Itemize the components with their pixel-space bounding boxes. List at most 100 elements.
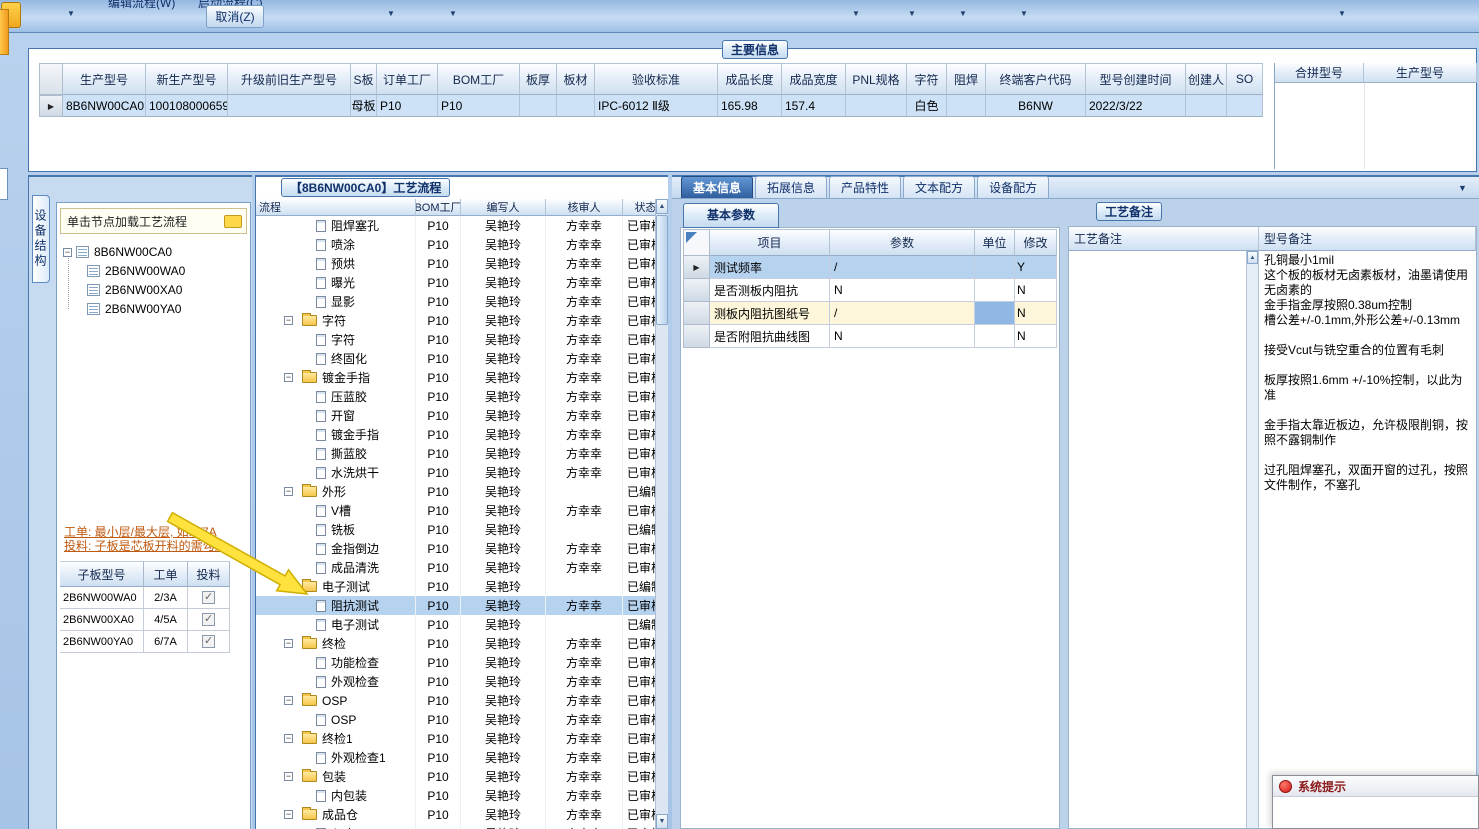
tree-child-node[interactable]: 2B6NW00WA0 <box>87 263 185 279</box>
collapse-icon[interactable]: − <box>284 487 293 496</box>
flow-row[interactable]: 内包装 P10 吴艳玲 方幸幸 已审核 <box>256 786 663 805</box>
toolbar-button-edit-flow[interactable]: 编辑流程(W) <box>108 0 175 13</box>
collapse-icon[interactable]: − <box>284 696 293 705</box>
column-header[interactable]: 参数 <box>830 229 975 256</box>
docked-panel-tab[interactable] <box>0 9 9 55</box>
collapsed-panel-tab[interactable] <box>0 168 8 200</box>
column-header[interactable]: 生产型号 <box>1364 63 1477 83</box>
flow-row[interactable]: − 终检1 P10 吴艳玲 方幸幸 已审核 <box>256 729 663 748</box>
flow-row[interactable]: − 包装 P10 吴艳玲 方幸幸 已审核 <box>256 767 663 786</box>
checkbox-checked[interactable] <box>202 612 215 626</box>
param-unit-cell[interactable] <box>975 256 1015 279</box>
column-header[interactable]: 升级前旧生产型号 <box>228 63 351 95</box>
column-header[interactable]: 型号创建时间 <box>1086 63 1186 95</box>
param-unit-cell[interactable] <box>975 325 1015 348</box>
flow-row[interactable]: − 电子测试 P10 吴艳玲 已编制 <box>256 577 663 596</box>
column-header[interactable]: 成品长度 <box>718 63 782 95</box>
checkbox-checked[interactable] <box>202 634 215 648</box>
param-value-cell[interactable]: / <box>830 256 975 279</box>
flow-row[interactable]: 阻焊塞孔 P10 吴艳玲 方幸幸 已审核 <box>256 216 663 235</box>
flow-row[interactable]: 字符 P10 吴艳玲 方幸幸 已审核 <box>256 330 663 349</box>
column-header[interactable]: BOM工厂 <box>438 63 520 95</box>
flow-row[interactable]: − OSP P10 吴艳玲 方幸幸 已审核 <box>256 691 663 710</box>
tree-child-node[interactable]: 2B6NW00YA0 <box>87 301 181 317</box>
model-notes-body[interactable]: 孔铜最小1mil 这个板的板材无卤素板材，油墨请使用无卤素的 金手指金厚按照0.38… <box>1260 251 1476 828</box>
param-row[interactable]: 是否测板内阻抗 N N <box>683 279 1057 302</box>
param-unit-cell[interactable] <box>975 279 1015 302</box>
detail-tab[interactable]: 设备配方 <box>977 176 1050 198</box>
column-header[interactable]: 修改 <box>1015 229 1057 256</box>
flow-row[interactable]: − 镀金手指 P10 吴艳玲 方幸幸 已审核 <box>256 368 663 387</box>
flow-row[interactable]: 终固化 P10 吴艳玲 方幸幸 已审核 <box>256 349 663 368</box>
param-row[interactable]: ▶ 测试频率 / Y <box>683 256 1057 279</box>
column-header[interactable]: 创建人 <box>1186 63 1227 95</box>
flow-row[interactable]: 水洗烘干 P10 吴艳玲 方幸幸 已审核 <box>256 463 663 482</box>
collapse-icon[interactable]: − <box>63 247 72 257</box>
flow-row[interactable]: − 字符 P10 吴艳玲 方幸幸 已审核 <box>256 311 663 330</box>
param-row[interactable]: 测板内阻抗图纸号 / N <box>683 302 1057 325</box>
scroll-down-icon[interactable]: ▼ <box>656 814 668 829</box>
collapse-icon[interactable]: − <box>284 373 293 382</box>
column-header[interactable]: 板材 <box>557 63 595 95</box>
dropdown-arrow-icon[interactable]: ▼ <box>849 9 863 18</box>
column-header[interactable]: 新生产型号 <box>146 63 228 95</box>
vertical-scrollbar[interactable]: ▲ ▼ <box>655 199 668 829</box>
row-selector[interactable] <box>683 302 710 325</box>
column-header[interactable]: 阻焊 <box>947 63 986 95</box>
table-row[interactable]: 2B6NW00XA0 4/5A <box>60 609 230 631</box>
collapse-icon[interactable]: − <box>284 639 293 648</box>
tree-child-node[interactable]: 2B6NW00XA0 <box>87 282 182 298</box>
column-header[interactable]: PNL规格 <box>846 63 907 95</box>
dropdown-arrow-icon[interactable]: ▼ <box>905 9 919 18</box>
collapse-icon[interactable]: − <box>284 316 293 325</box>
column-header[interactable]: 编写人 <box>461 199 546 216</box>
detail-tab[interactable]: 文本配方 <box>903 176 976 198</box>
process-notes-body[interactable]: ▲ <box>1069 251 1259 828</box>
column-header[interactable]: 终端客户代码 <box>986 63 1086 95</box>
table-row[interactable]: 2B6NW00YA0 6/7A <box>60 631 230 653</box>
table-row[interactable]: 2B6NW00WA0 2/3A <box>60 587 230 609</box>
chevron-down-icon[interactable]: ▼ <box>1458 183 1471 193</box>
param-value-cell[interactable]: N <box>830 325 975 348</box>
flow-row[interactable]: − 终检 P10 吴艳玲 方幸幸 已审核 <box>256 634 663 653</box>
column-header[interactable]: 验收标准 <box>595 63 718 95</box>
row-selector[interactable] <box>683 279 710 302</box>
collapse-icon[interactable]: − <box>284 772 293 781</box>
flow-row[interactable]: 外观检查1 P10 吴艳玲 方幸幸 已审核 <box>256 748 663 767</box>
param-value-cell[interactable]: / <box>830 302 975 325</box>
tree-root-node[interactable]: − 8B6NW00CA0 <box>63 244 172 260</box>
dropdown-arrow-icon[interactable]: ▼ <box>64 9 78 18</box>
flow-row[interactable]: 撕蓝胶 P10 吴艳玲 方幸幸 已审核 <box>256 444 663 463</box>
vertical-scrollbar[interactable]: ▲ <box>1246 251 1258 828</box>
column-header[interactable]: 工单 <box>144 561 188 587</box>
flow-row[interactable]: 开窗 P10 吴艳玲 方幸幸 已审核 <box>256 406 663 425</box>
collapse-icon[interactable]: − <box>284 810 293 819</box>
flow-row[interactable]: 金指倒边 P10 吴艳玲 方幸幸 已审核 <box>256 539 663 558</box>
column-header[interactable]: SO <box>1227 63 1263 95</box>
scrollbar-thumb[interactable] <box>656 215 668 325</box>
column-header[interactable]: 单位 <box>975 229 1015 256</box>
flow-row[interactable]: 压蓝胶 P10 吴艳玲 方幸幸 已审核 <box>256 387 663 406</box>
flow-row[interactable]: V槽 P10 吴艳玲 方幸幸 已审核 <box>256 501 663 520</box>
column-header[interactable]: 生产型号 <box>63 63 146 95</box>
row-selector[interactable]: ▶ <box>39 95 63 117</box>
dropdown-arrow-icon[interactable]: ▼ <box>384 9 398 18</box>
column-header[interactable]: 项目 <box>710 229 830 256</box>
flow-row[interactable]: 功能检查 P10 吴艳玲 方幸幸 已审核 <box>256 653 663 672</box>
scroll-up-icon[interactable]: ▲ <box>656 199 668 214</box>
column-header[interactable]: 合拼型号 <box>1275 63 1364 83</box>
column-header[interactable]: 子板型号 <box>60 561 144 587</box>
dropdown-arrow-icon[interactable]: ▼ <box>1335 9 1349 18</box>
row-selector[interactable]: ▶ <box>683 256 710 279</box>
flow-row[interactable]: OSP P10 吴艳玲 方幸幸 已审核 <box>256 710 663 729</box>
collapse-icon[interactable]: − <box>284 582 293 591</box>
param-row[interactable]: 是否附阻抗曲线图 N N <box>683 325 1057 348</box>
flow-row[interactable]: 预烘 P10 吴艳玲 方幸幸 已审核 <box>256 254 663 273</box>
column-header[interactable]: 字符 <box>907 63 947 95</box>
param-value-cell[interactable]: N <box>830 279 975 302</box>
column-header[interactable]: S板 <box>351 63 377 95</box>
dropdown-arrow-icon[interactable]: ▼ <box>446 9 460 18</box>
detail-tab[interactable]: 基本信息 <box>681 176 754 198</box>
flow-row[interactable]: 阻抗测试 P10 吴艳玲 方幸幸 已审核 <box>256 596 663 615</box>
system-prompt-header[interactable]: 系统提示 <box>1273 776 1478 797</box>
